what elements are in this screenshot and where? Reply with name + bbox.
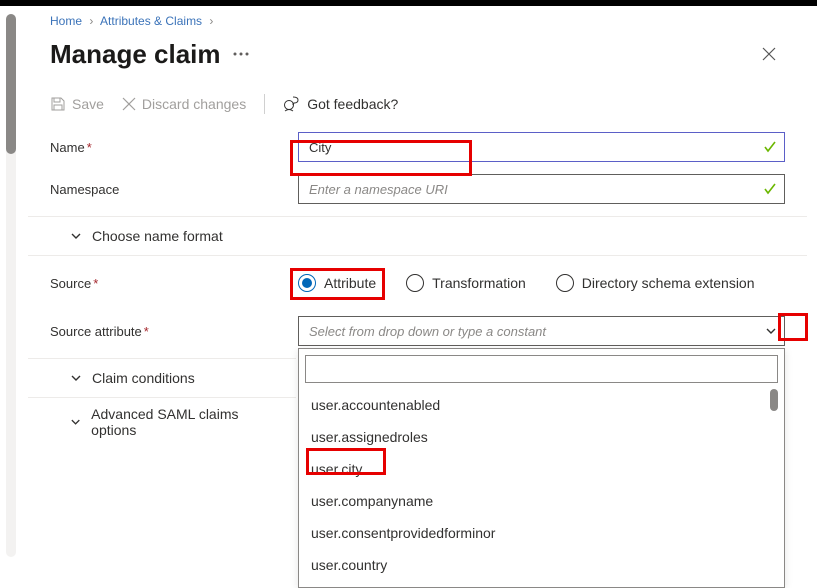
source-attribute-dropdown[interactable]: Select from drop down or type a constant… bbox=[298, 316, 785, 346]
radio-attribute-label: Attribute bbox=[324, 275, 376, 291]
chevron-right-icon: › bbox=[205, 14, 217, 28]
save-label: Save bbox=[72, 96, 104, 112]
option-user-city[interactable]: user.city bbox=[305, 453, 778, 485]
breadcrumb-attributes-claims[interactable]: Attributes & Claims bbox=[100, 14, 202, 28]
claim-conditions-section[interactable]: Claim conditions bbox=[28, 358, 296, 398]
feedback-label: Got feedback? bbox=[307, 96, 398, 112]
section-label: Choose name format bbox=[92, 228, 223, 244]
option-user-companyname[interactable]: user.companyname bbox=[305, 485, 778, 517]
breadcrumb-home[interactable]: Home bbox=[50, 14, 82, 28]
section-label: Claim conditions bbox=[92, 370, 195, 386]
discard-icon bbox=[122, 97, 136, 111]
toolbar-divider bbox=[264, 94, 265, 114]
breadcrumb: Home › Attributes & Claims › bbox=[28, 10, 807, 32]
radio-transformation-label: Transformation bbox=[432, 275, 526, 291]
source-attribute-label: Source attribute* bbox=[50, 324, 298, 339]
feedback-icon bbox=[283, 96, 301, 112]
choose-name-format-section[interactable]: Choose name format bbox=[28, 216, 807, 256]
chevron-down-icon[interactable] bbox=[765, 325, 777, 337]
dropdown-panel: user.accountenabled user.assignedroles u… bbox=[298, 348, 785, 588]
close-button[interactable] bbox=[753, 38, 785, 70]
ellipsis-icon bbox=[233, 52, 249, 56]
section-label: Advanced SAML claims options bbox=[91, 406, 274, 438]
radio-transformation[interactable]: Transformation bbox=[406, 274, 526, 292]
discard-label: Discard changes bbox=[142, 96, 246, 112]
name-label: Name* bbox=[50, 140, 298, 155]
name-input[interactable] bbox=[298, 132, 785, 162]
dropdown-display[interactable]: Select from drop down or type a constant bbox=[298, 316, 785, 346]
page-title: Manage claim bbox=[50, 39, 221, 70]
chevron-down-icon bbox=[70, 416, 81, 428]
close-icon bbox=[762, 47, 776, 61]
advanced-saml-section[interactable]: Advanced SAML claims options bbox=[28, 398, 296, 446]
more-actions-button[interactable] bbox=[233, 52, 249, 56]
page-scrollbar[interactable] bbox=[6, 14, 16, 557]
dropdown-scrollbar[interactable] bbox=[770, 389, 778, 411]
source-label: Source* bbox=[50, 276, 298, 291]
chevron-down-icon bbox=[70, 230, 82, 242]
scrollbar-thumb[interactable] bbox=[6, 14, 16, 154]
feedback-button[interactable]: Got feedback? bbox=[283, 96, 398, 112]
chevron-right-icon: › bbox=[85, 14, 97, 28]
namespace-label: Namespace bbox=[50, 182, 298, 197]
namespace-input[interactable] bbox=[298, 174, 785, 204]
radio-directory-schema-extension[interactable]: Directory schema extension bbox=[556, 274, 755, 292]
option-user-country[interactable]: user.country bbox=[305, 549, 778, 581]
discard-button: Discard changes bbox=[122, 96, 246, 112]
save-button: Save bbox=[50, 96, 104, 112]
option-user-accountenabled[interactable]: user.accountenabled bbox=[305, 389, 778, 421]
option-user-consentprovidedforminor[interactable]: user.consentprovidedforminor bbox=[305, 517, 778, 549]
radio-dse-label: Directory schema extension bbox=[582, 275, 755, 291]
dropdown-search-input[interactable] bbox=[305, 355, 778, 383]
option-user-assignedroles[interactable]: user.assignedroles bbox=[305, 421, 778, 453]
source-radio-group: Attribute Transformation Directory schem… bbox=[298, 274, 755, 292]
radio-attribute[interactable]: Attribute bbox=[298, 274, 376, 292]
chevron-down-icon bbox=[70, 372, 82, 384]
save-icon bbox=[50, 96, 66, 112]
